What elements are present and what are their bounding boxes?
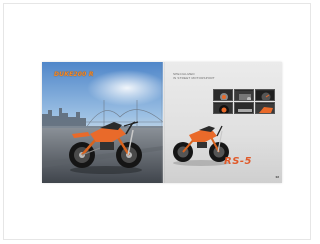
- detail-photo-exhaust: [234, 102, 254, 114]
- detail-photo-wheel: [213, 102, 233, 114]
- detail-photo-tank: [255, 102, 275, 114]
- detail-photo-dashboard: [255, 89, 275, 101]
- spread-gutter: [161, 62, 165, 183]
- left-page: DUKE200 R: [42, 62, 163, 183]
- model-name: RS-5: [224, 156, 253, 167]
- right-page-tagline: SPECIALIZED IN STREET MOTORSPORT: [173, 72, 233, 80]
- detail-photo-engine: [234, 89, 254, 101]
- tagline-line: IN STREET MOTORSPORT: [173, 76, 215, 80]
- brochure-spread: DUKE200 R SPECIALIZED IN STREET MOTORSPO…: [42, 62, 282, 183]
- left-page-headline: DUKE200 R: [54, 71, 94, 78]
- page-number: 02: [275, 175, 279, 179]
- right-page: SPECIALIZED IN STREET MOTORSPORT RS-5 02: [163, 62, 282, 183]
- left-page-photo: [42, 62, 163, 183]
- detail-photo-headlight: [213, 89, 233, 101]
- detail-photo-grid: [213, 89, 277, 115]
